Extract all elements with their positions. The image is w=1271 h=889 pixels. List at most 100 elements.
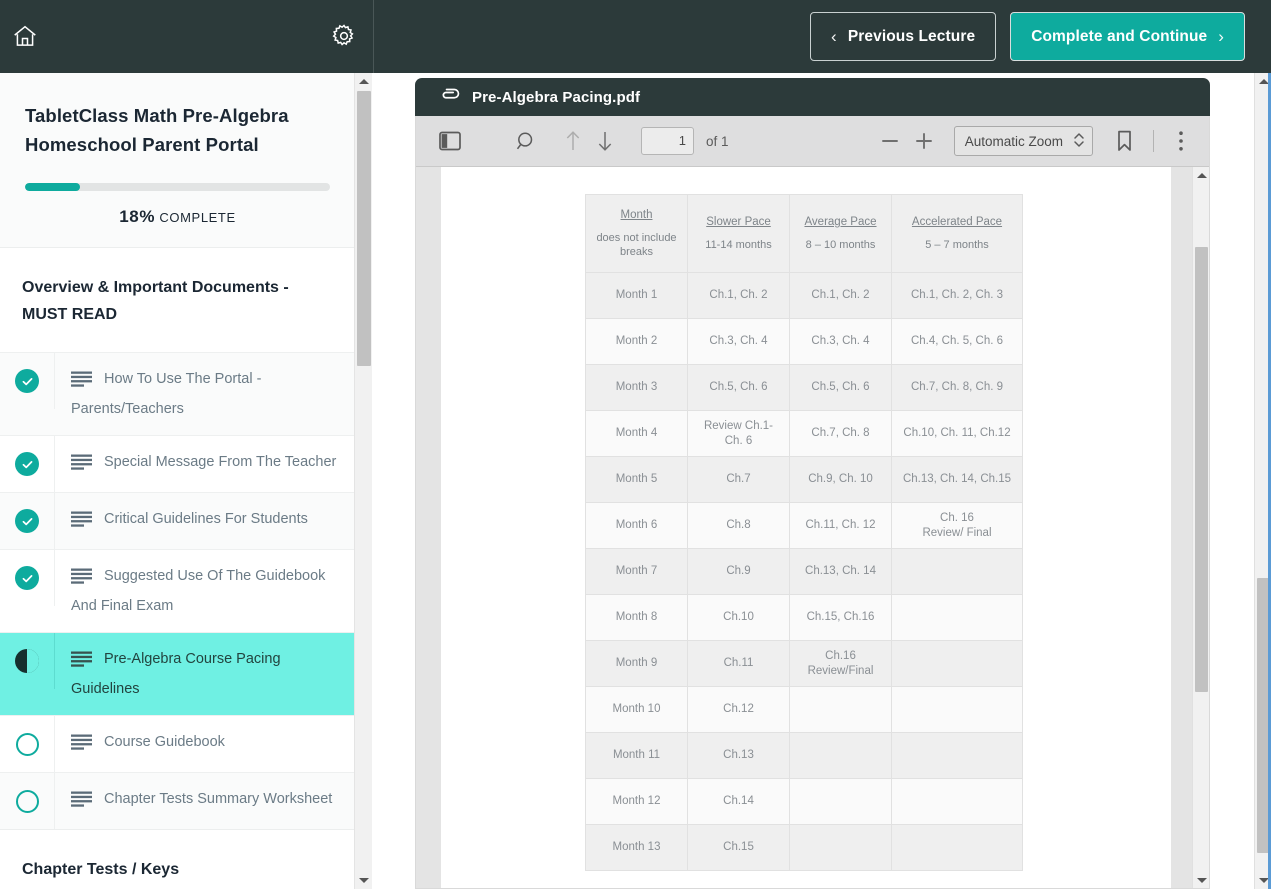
table-row: Month 8Ch.10Ch.15, Ch.16 <box>586 595 1023 641</box>
document-lines-icon <box>71 650 92 676</box>
lesson-status <box>0 493 55 549</box>
cell-accelerated-pace: Ch.7, Ch. 8, Ch. 9 <box>892 365 1023 411</box>
cell-month: Month 13 <box>586 825 688 871</box>
cell-month: Month 6 <box>586 503 688 549</box>
sidebar-item-label: How To Use The Portal - Parents/Teachers <box>71 371 261 417</box>
cell-average-pace: Ch.1, Ch. 2 <box>790 273 892 319</box>
table-row: Month 7Ch.9Ch.13, Ch. 14 <box>586 549 1023 595</box>
gear-icon[interactable] <box>330 22 358 50</box>
pdf-scrollbar-thumb[interactable] <box>1195 247 1208 692</box>
cell-month: Month 12 <box>586 779 688 825</box>
document-lines-icon <box>71 453 92 479</box>
complete-and-continue-label: Complete and Continue <box>1031 28 1207 46</box>
lesson-body: Special Message From The Teacher <box>55 436 354 492</box>
column-header-month: Month does not include breaks <box>586 195 688 273</box>
column-title: Month <box>592 208 681 223</box>
next-page-arrow-down-icon[interactable] <box>593 128 617 154</box>
zoom-out-icon[interactable] <box>877 128 903 154</box>
progress-percent: 18% <box>119 207 155 226</box>
pdf-scroll-up-arrow-icon[interactable] <box>1193 167 1210 184</box>
sidebar-item-how-to-use-the-portal[interactable]: How To Use The Portal - Parents/Teachers <box>0 352 354 435</box>
course-sidebar: TabletClass Math Pre-Algebra Homeschool … <box>0 73 354 889</box>
sidebar-scrollbar-thumb[interactable] <box>357 91 371 366</box>
cell-accelerated-pace <box>892 825 1023 871</box>
sidebar-item-pre-algebra-course-pacing-guidelines[interactable]: Pre-Algebra Course Pacing Guidelines <box>0 632 354 715</box>
complete-and-continue-button[interactable]: Complete and Continue › <box>1010 12 1245 61</box>
column-title: Accelerated Pace <box>898 215 1016 230</box>
vertical-dots-icon[interactable] <box>1168 128 1194 154</box>
lesson-body: How To Use The Portal - Parents/Teachers <box>55 353 354 435</box>
column-title: Average Pace <box>796 215 885 230</box>
cell-average-pace: Ch.9, Ch. 10 <box>790 457 892 503</box>
pdf-vertical-scrollbar[interactable] <box>1192 167 1209 889</box>
table-row: Month 2Ch.3, Ch. 4Ch.3, Ch. 4Ch.4, Ch. 5… <box>586 319 1023 365</box>
previous-lecture-button[interactable]: ‹ Previous Lecture <box>810 12 996 61</box>
chevron-left-icon: ‹ <box>831 28 837 45</box>
cell-average-pace <box>790 687 892 733</box>
sidebar-item-label: Critical Guidelines For Students <box>104 511 308 527</box>
cell-slower-pace: Review Ch.1- Ch. 6 <box>688 411 790 457</box>
lesson-status <box>0 550 55 606</box>
sidebar-item-critical-guidelines-for-students[interactable]: Critical Guidelines For Students <box>0 492 354 549</box>
lesson-status <box>0 716 55 772</box>
paperclip-icon <box>440 88 460 107</box>
cell-month: Month 5 <box>586 457 688 503</box>
sidebar-item-course-guidebook[interactable]: Course Guidebook <box>0 715 354 772</box>
sidebar-section-heading: Chapter Tests / Keys <box>0 829 354 889</box>
sidebar-item-label: Special Message From The Teacher <box>104 454 336 470</box>
sidebar-item-label: Course Guidebook <box>104 734 225 750</box>
cell-accelerated-pace <box>892 549 1023 595</box>
cell-average-pace: Ch.11, Ch. 12 <box>790 503 892 549</box>
cell-slower-pace: Ch.15 <box>688 825 790 871</box>
column-header-average-pace: Average Pace 8 – 10 months <box>790 195 892 273</box>
cell-average-pace: Ch.7, Ch. 8 <box>790 411 892 457</box>
column-subtitle: does not include breaks <box>592 231 681 259</box>
zoom-level-select[interactable]: Automatic Zoom <box>954 126 1093 156</box>
lesson-body: Course Guidebook <box>55 716 354 772</box>
cell-slower-pace: Ch.8 <box>688 503 790 549</box>
cell-accelerated-pace <box>892 733 1023 779</box>
cell-slower-pace: Ch.13 <box>688 733 790 779</box>
search-icon[interactable] <box>513 128 539 154</box>
table-row: Month 10Ch.12 <box>586 687 1023 733</box>
cell-accelerated-pace <box>892 641 1023 687</box>
zoom-in-icon[interactable] <box>911 128 937 154</box>
course-header: TabletClass Math Pre-Algebra Homeschool … <box>0 73 354 247</box>
sidebar-item-label: Pre-Algebra Course Pacing Guidelines <box>71 651 281 697</box>
check-circle-icon <box>15 566 39 590</box>
home-icon[interactable] <box>11 22 39 50</box>
empty-circle-icon <box>16 790 39 813</box>
pdf-page-1: Month does not include breaks Slower Pac… <box>441 167 1171 889</box>
sidebar-item-special-message-from-the-teacher[interactable]: Special Message From The Teacher <box>0 435 354 492</box>
scroll-up-arrow-icon[interactable] <box>355 73 373 90</box>
progress-bar-fill <box>25 183 80 191</box>
cell-accelerated-pace <box>892 779 1023 825</box>
lesson-body: Critical Guidelines For Students <box>55 493 354 549</box>
page-number-input[interactable]: 1 <box>641 127 694 155</box>
scroll-down-arrow-icon[interactable] <box>355 872 373 889</box>
previous-page-arrow-up-icon[interactable] <box>561 128 585 154</box>
cell-month: Month 7 <box>586 549 688 595</box>
topbar-left-panel <box>0 0 374 73</box>
check-circle-icon <box>15 369 39 393</box>
sidebar-item-chapter-tests-summary-worksheet[interactable]: Chapter Tests Summary Worksheet <box>0 772 354 829</box>
sidebar-scrollbar[interactable] <box>354 73 372 889</box>
bookmark-icon[interactable] <box>1111 127 1137 155</box>
progress-bar <box>25 183 330 191</box>
sidebar-item-suggested-use-of-the-guidebook[interactable]: Suggested Use Of The Guidebook And Final… <box>0 549 354 632</box>
lesson-body: Suggested Use Of The Guidebook And Final… <box>55 550 354 632</box>
cell-average-pace <box>790 733 892 779</box>
cell-month: Month 3 <box>586 365 688 411</box>
sidebar-toggle-icon[interactable] <box>436 127 464 155</box>
pdf-page-viewport[interactable]: Month does not include breaks Slower Pac… <box>416 167 1210 889</box>
document-lines-icon <box>71 567 92 593</box>
cell-month: Month 9 <box>586 641 688 687</box>
table-row: Month 3Ch.5, Ch. 6Ch.5, Ch. 6Ch.7, Ch. 8… <box>586 365 1023 411</box>
half-circle-progress-icon <box>15 649 39 673</box>
table-row: Month 11Ch.13 <box>586 733 1023 779</box>
lesson-body: Pre-Algebra Course Pacing Guidelines <box>55 633 354 715</box>
cell-slower-pace: Ch.7 <box>688 457 790 503</box>
column-title: Slower Pace <box>694 215 783 230</box>
pdf-scroll-down-arrow-icon[interactable] <box>1193 872 1210 889</box>
cell-slower-pace: Ch.10 <box>688 595 790 641</box>
